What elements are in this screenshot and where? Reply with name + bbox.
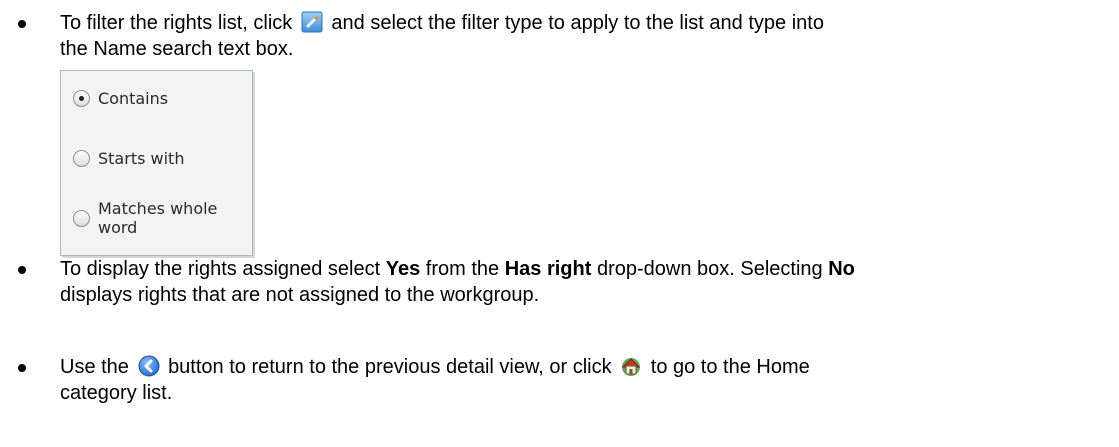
text-segment: To filter the rights list, click [60,12,293,34]
option-label: Contains [98,88,169,108]
back-arrow-icon [138,355,160,377]
bullet-text: Use the button to return to the previous… [60,354,1115,406]
text-segment: drop-down box. Selecting [591,258,829,280]
bold-term: Yes [385,258,421,280]
option-label: Matches whole word [98,199,218,237]
home-icon [620,355,642,377]
bold-term: Has right [504,258,592,280]
bullet-dot [18,20,26,28]
text-segment: category list. [60,382,173,404]
text-segment: button to return to the previous detail … [168,356,612,378]
text-segment: from the [420,258,505,280]
bullet-text: To filter the rights list, click and sel… [60,10,1115,62]
filter-option-matches-whole-word[interactable]: Matches whole word [73,199,252,237]
text-segment: to go to the Home [650,356,810,378]
option-label: Starts with [98,148,185,168]
bullet-text: To display the rights assigned select Ye… [60,256,1115,308]
text-segment: To display the rights assigned select [60,258,386,280]
filter-option-contains[interactable]: Contains [73,85,168,111]
text-segment: Use the [60,356,129,378]
text-segment: and select the filter type to apply to t… [331,12,824,34]
radio-button[interactable] [73,89,90,107]
text-segment: the Name search text box. [60,38,294,60]
bullet-dot [18,364,26,372]
filter-icon [301,11,323,33]
radio-button[interactable] [73,209,90,227]
text-segment: displays rights that are not assigned to… [60,284,540,306]
bold-term: No [828,258,855,280]
bullet-dot [18,266,26,274]
radio-button[interactable] [73,149,90,167]
filter-option-starts-with[interactable]: Starts with [73,145,184,171]
filter-options-panel: Contains Starts with Matches whole word [60,70,253,256]
